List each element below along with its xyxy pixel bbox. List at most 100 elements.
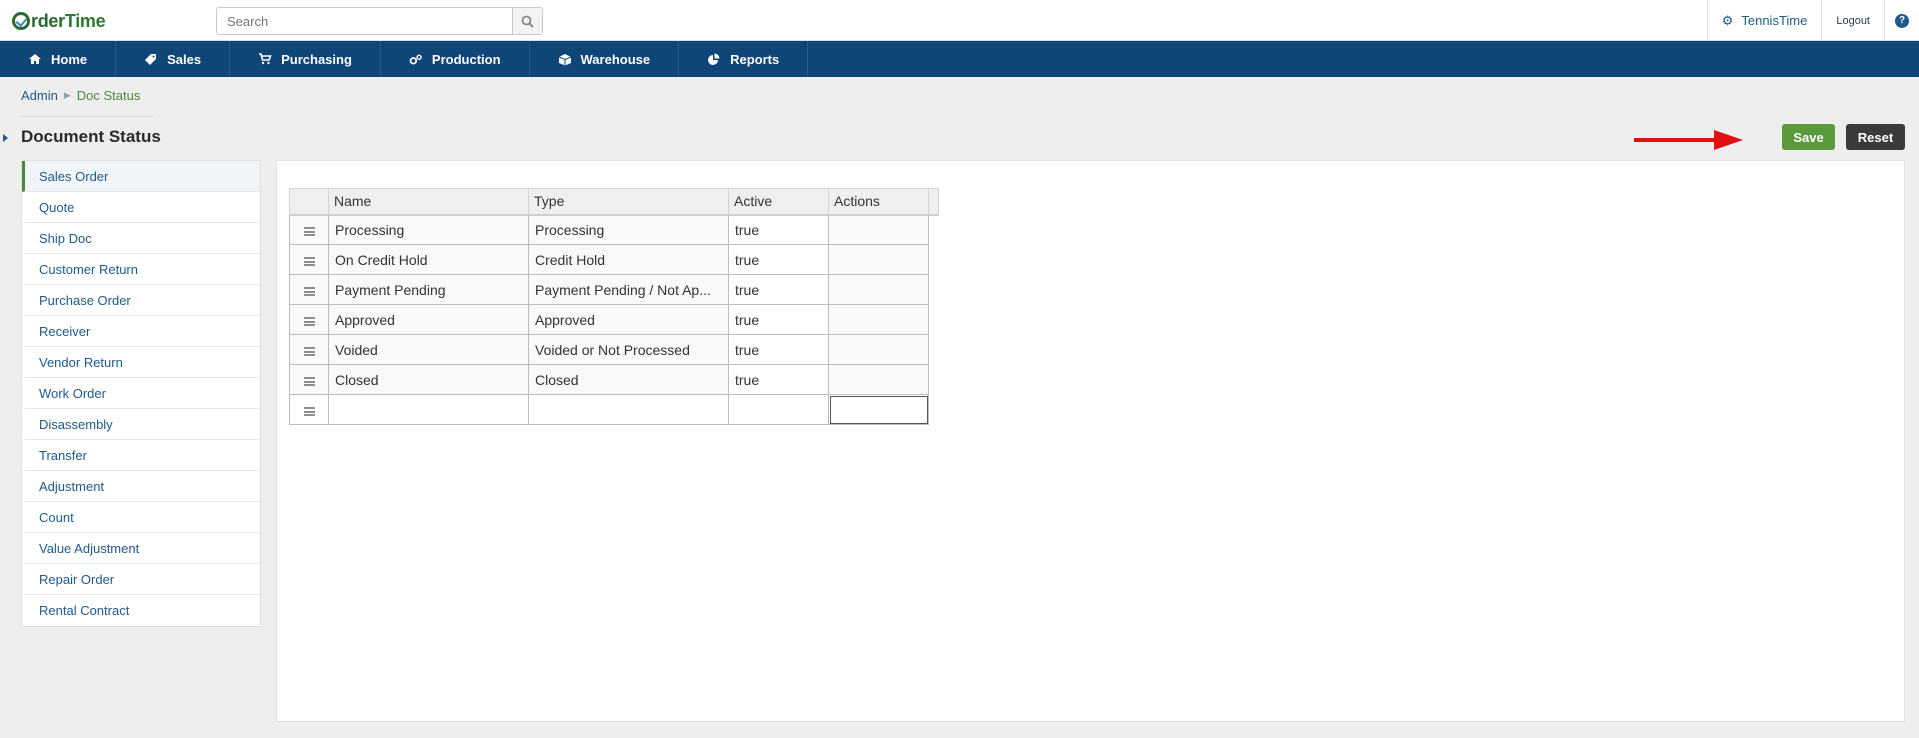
drag-handle-icon: [303, 316, 315, 326]
cell-active[interactable]: true: [728, 304, 829, 335]
cell-actions[interactable]: [828, 364, 929, 395]
drag-handle[interactable]: [289, 214, 329, 245]
grid-header-row: Name Type Active Actions: [289, 188, 939, 216]
nav-label: Production: [431, 51, 501, 67]
home-icon: [29, 54, 41, 64]
nav-item-home[interactable]: Home: [0, 41, 117, 77]
cell-active[interactable]: true: [728, 334, 829, 365]
company-menu[interactable]: ⚙ TennisTime: [1706, 0, 1822, 41]
cell-name[interactable]: Closed: [328, 364, 529, 395]
column-header-name[interactable]: Name: [328, 188, 529, 216]
cell-actions[interactable]: [828, 334, 929, 365]
new-cell-name[interactable]: [328, 394, 529, 425]
nav-label: Warehouse: [580, 51, 651, 67]
cell-name[interactable]: Approved: [328, 304, 529, 335]
cube-icon: [558, 53, 571, 65]
cell-name[interactable]: Processing: [328, 214, 529, 245]
column-header-active[interactable]: Active: [728, 188, 829, 216]
logout-link[interactable]: Logout: [1821, 0, 1884, 41]
sidebar-toggle-icon[interactable]: [0, 130, 10, 146]
doc-type-item-adjustment[interactable]: Adjustment: [22, 471, 260, 502]
cell-type[interactable]: Closed: [528, 364, 729, 395]
search-box: [216, 7, 543, 35]
doc-type-item-vendor-return[interactable]: Vendor Return: [22, 347, 260, 378]
doc-type-item-purchase-order[interactable]: Purchase Order: [22, 285, 260, 316]
reset-button[interactable]: Reset: [1846, 124, 1905, 150]
cell-actions[interactable]: [828, 304, 929, 335]
drag-handle[interactable]: [289, 334, 329, 365]
cell-active[interactable]: true: [728, 214, 829, 245]
nav-label: Purchasing: [281, 51, 352, 67]
help-icon: ?: [1895, 13, 1909, 28]
nav-item-purchasing[interactable]: Purchasing: [230, 41, 381, 77]
ordertime-logo[interactable]: rder Time: [12, 9, 106, 33]
page-title: Document Status: [21, 127, 161, 146]
doc-type-item-rental-contract[interactable]: Rental Contract: [22, 595, 260, 626]
cell-name[interactable]: On Credit Hold: [328, 244, 529, 275]
cell-type[interactable]: Processing: [528, 214, 729, 245]
cell-type[interactable]: Approved: [528, 304, 729, 335]
drag-handle[interactable]: [289, 364, 329, 395]
cell-type[interactable]: Payment Pending / Not Ap...: [528, 274, 729, 305]
doc-type-item-transfer[interactable]: Transfer: [22, 440, 260, 471]
doc-type-item-customer-return[interactable]: Customer Return: [22, 254, 260, 285]
doc-type-item-value-adjustment[interactable]: Value Adjustment: [22, 533, 260, 564]
cell-actions[interactable]: [828, 214, 929, 245]
breadcrumb-divider: [21, 116, 153, 117]
cell-actions[interactable]: [828, 244, 929, 275]
drag-handle[interactable]: [289, 274, 329, 305]
gears-icon: [409, 54, 422, 64]
status-panel: Name Type Active Actions Processing Proc…: [276, 160, 1905, 722]
cell-active[interactable]: true: [728, 274, 829, 305]
search-icon: [521, 15, 534, 28]
nav-item-warehouse[interactable]: Warehouse: [530, 41, 680, 77]
nav-item-production[interactable]: Production: [381, 41, 530, 77]
drag-handle-icon: [303, 286, 315, 296]
cell-actions[interactable]: [828, 274, 929, 305]
new-row: [289, 394, 939, 425]
column-header-type[interactable]: Type: [528, 188, 729, 216]
new-cell-active[interactable]: [728, 394, 829, 425]
nav-item-reports[interactable]: Reports: [679, 41, 809, 77]
breadcrumb: Admin ▶ Doc Status: [21, 88, 140, 103]
drag-handle[interactable]: [289, 394, 329, 425]
cell-active[interactable]: true: [728, 244, 829, 275]
new-cell-actions[interactable]: [828, 394, 929, 425]
grid-header-handle: [289, 188, 329, 216]
doc-type-item-work-order[interactable]: Work Order: [22, 378, 260, 409]
doc-type-item-disassembly[interactable]: Disassembly: [22, 409, 260, 440]
doc-type-item-count[interactable]: Count: [22, 502, 260, 533]
drag-handle-icon: [303, 346, 315, 356]
search-input[interactable]: [217, 8, 512, 34]
help-button[interactable]: ?: [1884, 0, 1919, 41]
drag-handle-icon: [303, 256, 315, 266]
drag-handle-icon: [303, 406, 315, 416]
drag-handle[interactable]: [289, 304, 329, 335]
doc-type-item-ship-doc[interactable]: Ship Doc: [22, 223, 260, 254]
doc-type-item-sales-order[interactable]: Sales Order: [22, 161, 260, 192]
search-button[interactable]: [512, 8, 542, 34]
table-row: Payment Pending Payment Pending / Not Ap…: [289, 274, 939, 305]
drag-handle-icon: [303, 376, 315, 386]
table-row: Voided Voided or Not Processed true: [289, 334, 939, 365]
save-button[interactable]: Save: [1782, 124, 1835, 150]
cell-type[interactable]: Voided or Not Processed: [528, 334, 729, 365]
cell-type[interactable]: Credit Hold: [528, 244, 729, 275]
breadcrumb-admin[interactable]: Admin: [21, 88, 58, 103]
cell-name[interactable]: Voided: [328, 334, 529, 365]
cell-active[interactable]: true: [728, 364, 829, 395]
table-row: Closed Closed true: [289, 364, 939, 395]
nav-item-sales[interactable]: Sales: [116, 41, 231, 77]
top-right-menu: ⚙ TennisTime Logout ?: [1706, 0, 1919, 41]
table-row: Processing Processing true: [289, 214, 939, 245]
doc-type-item-quote[interactable]: Quote: [22, 192, 260, 223]
doc-type-item-repair-order[interactable]: Repair Order: [22, 564, 260, 595]
breadcrumb-current: Doc Status: [76, 88, 141, 103]
doc-type-item-receiver[interactable]: Receiver: [22, 316, 260, 347]
new-cell-type[interactable]: [528, 394, 729, 425]
logo-text-second: Time: [64, 10, 106, 31]
drag-handle[interactable]: [289, 244, 329, 275]
cell-name[interactable]: Payment Pending: [328, 274, 529, 305]
logo-check-icon: [12, 12, 30, 30]
gear-icon: ⚙: [1721, 12, 1734, 28]
